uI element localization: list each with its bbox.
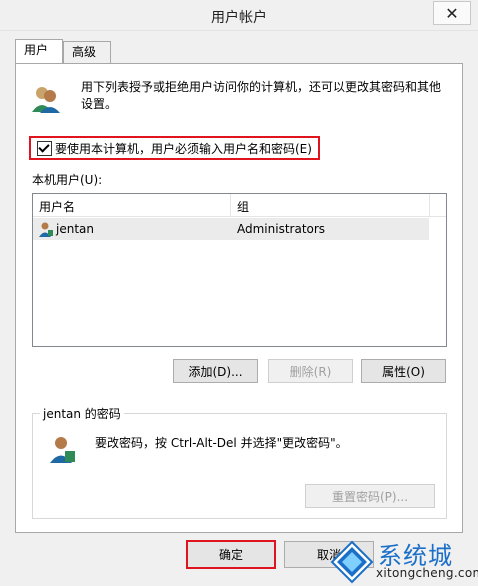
user-name-cell: jentan [56,222,94,236]
require-login-option[interactable]: 要使用本计算机，用户必须输入用户名和密码(E) [29,136,320,160]
watermark-subtext: xitongcheng.com [376,566,478,580]
column-header-group[interactable]: 组 [237,198,249,215]
require-login-checkbox[interactable] [37,140,52,156]
users-icon [32,87,60,113]
table-row[interactable]: jentan Administrators [33,218,429,240]
tab-advanced[interactable]: 高级 [63,41,111,63]
ok-button[interactable]: 确定 [186,540,276,569]
user-group-cell: Administrators [237,222,326,236]
tab-users[interactable]: 用户 [15,39,63,63]
users-tab-panel: 用下列表授予或拒绝用户访问你的计算机，还可以更改其密码和其他设置。 要使用本计算… [15,63,463,533]
close-button[interactable]: ✕ [433,1,471,25]
user-list[interactable]: 用户名 组 jentan Administrators [32,193,447,347]
add-user-button[interactable]: 添加(D)... [173,359,258,383]
title-bar: 用户帐户 ✕ [0,0,478,31]
user-key-icon [50,437,75,463]
password-group-title: jentan 的密码 [40,405,124,422]
password-help-text: 要改密码，按 Ctrl-Alt-Del 并选择"更改密码"。 [95,436,348,450]
column-divider [230,194,231,216]
column-header-username[interactable]: 用户名 [39,198,75,215]
close-icon: ✕ [445,3,459,23]
watermark: 系统城 xitongcheng.com [330,536,478,586]
reset-password-button[interactable]: 重置密码(P)... [305,484,435,508]
properties-button[interactable]: 属性(O) [361,359,446,383]
user-icon [39,222,53,237]
window-title: 用户帐户 [211,10,267,26]
column-divider [429,194,430,216]
password-group: jentan 的密码 要改密码，按 Ctrl-Alt-Del 并选择"更改密码"… [32,405,447,519]
delete-user-button[interactable]: 删除(R) [268,359,353,383]
windows-logo-icon [330,540,374,584]
list-header: 用户名 组 [33,194,446,217]
require-login-label: 要使用本计算机，用户必须输入用户名和密码(E) [55,141,312,156]
intro-text: 用下列表授予或拒绝用户访问你的计算机，还可以更改其密码和其他设置。 [81,80,442,111]
local-users-label: 本机用户(U): [32,173,103,187]
